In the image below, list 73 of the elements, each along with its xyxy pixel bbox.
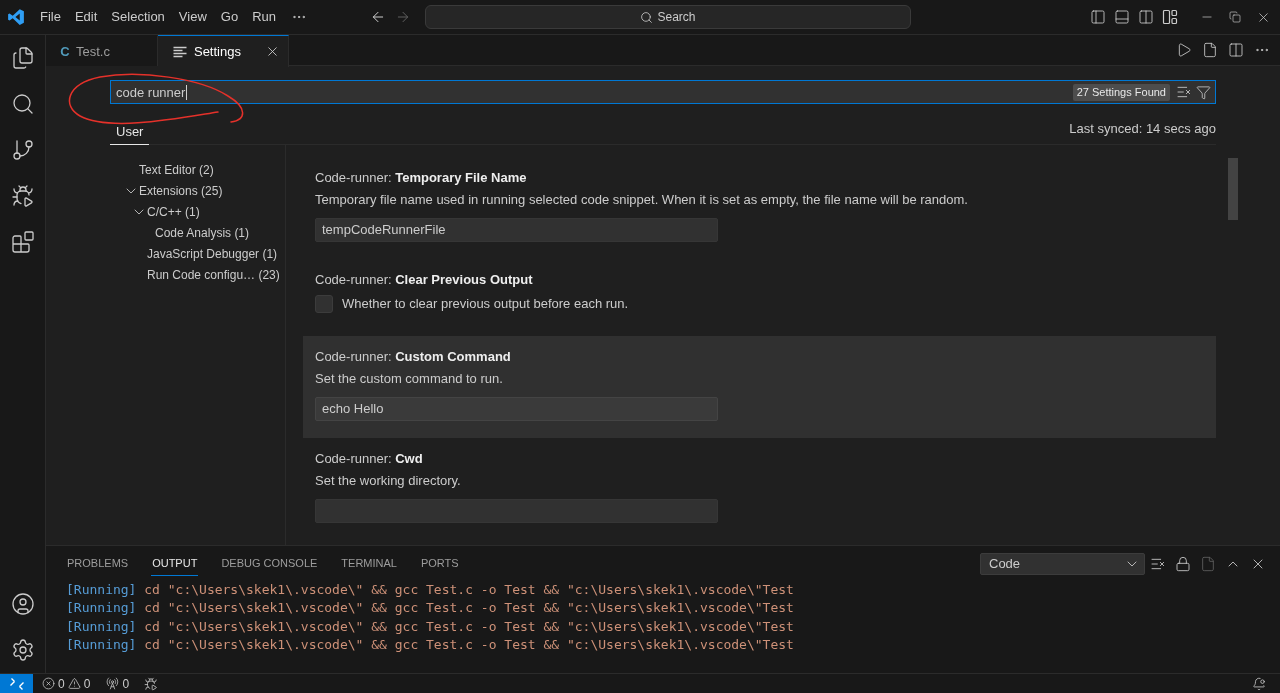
restore-icon[interactable] [1229,11,1241,23]
files-icon[interactable] [10,46,35,70]
menu-item[interactable]: Edit [67,5,105,29]
setting-description: Temporary file name used in running selected code snippet. When it is set as empty, the file name will be random. [315,191,969,209]
lock-icon[interactable] [1175,555,1191,572]
bug-play-icon[interactable] [144,676,159,691]
radio-tower-icon [106,677,120,690]
output-line: [Running] cd "c:\Users\skek1\.vscode\" && gcc Test.c -o Test && "c:\Users\skek1\.vscode\"Test [66,617,795,636]
layout-icon[interactable] [1162,9,1178,25]
output-line: [Running] cd "c:\Users\skek1\.vscode\" && gcc Test.c -o Test && "c:\Users\skek1\.vscode\"Test [66,599,795,618]
menu-item[interactable]: Selection [104,5,172,29]
panel-bottom-icon[interactable] [1114,9,1130,25]
channel-dropdown[interactable]: Code [980,552,1145,575]
ports-status[interactable]: 0 [101,674,135,693]
scrollbar-thumb[interactable] [1228,158,1238,220]
app-logo-icon [7,8,25,26]
bug-play-icon[interactable] [10,184,35,208]
account-icon[interactable] [10,592,35,616]
file-icon[interactable] [1202,42,1218,58]
editor-tab[interactable]: C Test.c [46,35,158,66]
arrow-left-icon[interactable] [370,9,386,25]
setting-title: Code-runner: Custom Command [315,348,512,366]
text-field[interactable]: tempCodeRunnerFile [315,218,718,242]
warning-icon [67,677,81,690]
panel-left-icon[interactable] [1090,9,1106,25]
search-field[interactable]: code runner 27 Settings Found [110,80,1216,104]
setting-title: Code-runner: Clear Previous Output [315,271,534,289]
setting-title: Code-runner: Cwd [315,450,424,468]
setting-description: Set the custom command to run. [315,370,504,388]
remote-button[interactable] [0,674,33,693]
panel-tab[interactable]: PORTS [419,551,460,576]
toc-item[interactable]: Code Analysis (1) [110,222,285,243]
command-center[interactable]: Search [425,5,911,29]
columns-icon[interactable] [1138,9,1154,25]
bell-icon[interactable] [1252,676,1266,691]
play-icon[interactable] [1176,42,1192,58]
results-count: 27 Settings Found [1072,83,1170,101]
panel-tab[interactable]: TERMINAL [340,551,398,576]
file-type-icon: C [60,43,70,59]
panel-tab[interactable]: OUTPUT [151,551,199,576]
toc-item[interactable]: Extensions (25) [110,180,285,201]
toc-item[interactable]: JavaScript Debugger (1) [110,243,285,264]
panel-tab[interactable]: DEBUG CONSOLE [220,551,319,576]
filter-icon[interactable] [1196,84,1211,100]
text-cursor [186,84,188,100]
sync-status: Last synced: 14 secs ago [1069,120,1216,138]
setting-description: Whether to clear previous output before each run. [342,295,629,313]
panel-tab[interactable]: PROBLEMS [66,551,130,576]
checkbox[interactable] [315,295,333,313]
output-line: [Running] cd "c:\Users\skek1\.vscode\" && gcc Test.c -o Test && "c:\Users\skek1\.vscode\"Test [66,636,795,655]
editor-tab[interactable]: Settings [157,35,289,67]
setting-title: Code-runner: Temporary File Name [315,169,528,187]
problems-status[interactable]: 0 0 [37,674,96,693]
toc-item[interactable]: Run Code configu… (23) [110,264,285,285]
menu-item[interactable]: Go [213,5,246,29]
menu-item[interactable]: View [171,5,214,29]
toc-item[interactable]: Text Editor (2) [110,159,285,180]
remote-icon [8,675,25,692]
search-icon[interactable] [10,92,35,116]
output-line: [Running] cd "c:\Users\skek1\.vscode\" && gcc Test.c -o Test && "c:\Users\skek1\.vscode\"Test [66,581,795,599]
menu-item[interactable]: Run [245,5,283,29]
git-branch-icon[interactable] [10,138,35,162]
scope-tab[interactable]: User [110,114,150,145]
toc-item[interactable]: C/C++ (1) [110,201,285,222]
text-field[interactable]: echo Hello [315,397,718,421]
columns-icon[interactable] [1228,42,1244,58]
blocks-icon[interactable] [10,230,35,254]
list-clear-icon[interactable] [1176,84,1192,100]
settings-icon[interactable] [10,638,35,662]
search-icon [640,10,654,24]
error-icon [42,677,55,690]
setting-description: Set the working directory. [315,472,462,490]
menu-item[interactable]: File [33,5,68,29]
